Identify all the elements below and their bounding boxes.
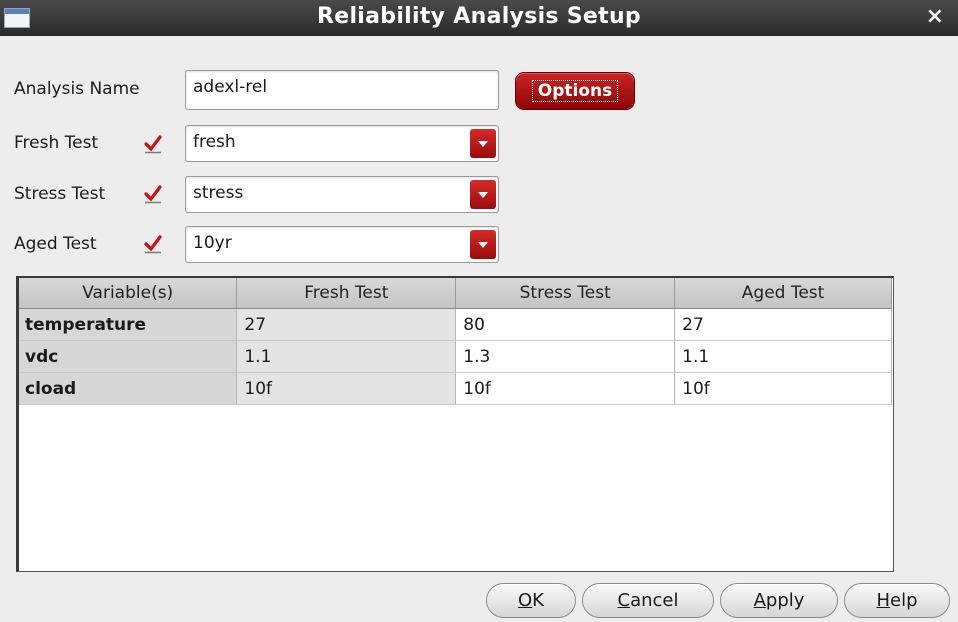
variables-grid: Variable(s) Fresh Test Stress Test Aged … (19, 278, 892, 405)
apply-button[interactable]: Apply (720, 583, 838, 618)
fresh-value-cell[interactable]: 27 (236, 308, 457, 341)
chevron-down-icon[interactable] (470, 129, 496, 158)
variable-cell: temperature (19, 308, 238, 341)
ok-mnemonic: O (518, 590, 533, 611)
aged-test-checkbox[interactable] (143, 234, 163, 254)
apply-label-rest: pply (765, 590, 805, 611)
table-row: cload 10f 10f 10f (19, 372, 892, 405)
close-icon[interactable]: × (926, 4, 944, 29)
ok-label-rest: K (532, 590, 544, 611)
column-header-aged-test[interactable]: Aged Test (674, 278, 892, 309)
cancel-label-rest: ancel (630, 590, 679, 611)
analysis-name-label: Analysis Name (14, 79, 140, 99)
aged-test-label: Aged Test (14, 234, 97, 254)
cancel-button[interactable]: Cancel (582, 583, 714, 618)
checkmark-icon (144, 235, 162, 254)
window-title: Reliability Analysis Setup (317, 4, 641, 29)
ok-button[interactable]: OK (486, 583, 576, 618)
options-label: Options (531, 80, 619, 102)
apply-mnemonic: A (753, 590, 766, 611)
fresh-test-checkbox[interactable] (143, 134, 163, 154)
fresh-value-cell[interactable]: 1.1 (236, 340, 457, 373)
help-button[interactable]: Help (844, 583, 950, 618)
table-row: vdc 1.1 1.3 1.1 (19, 340, 892, 373)
checkmark-icon (144, 185, 162, 204)
column-header-fresh-test[interactable]: Fresh Test (236, 278, 457, 309)
options-button[interactable]: Options (516, 73, 634, 109)
help-mnemonic: H (876, 590, 891, 611)
aged-value-cell[interactable]: 1.1 (674, 340, 892, 373)
aged-value-cell[interactable]: 10f (674, 372, 892, 405)
analysis-name-value: adexl-rel (193, 77, 268, 97)
stress-test-select[interactable]: stress (185, 176, 499, 213)
chevron-down-icon[interactable] (470, 230, 496, 259)
variables-table: Variable(s) Fresh Test Stress Test Aged … (16, 276, 894, 572)
title-bar[interactable]: Reliability Analysis Setup × (0, 0, 958, 36)
stress-test-checkbox[interactable] (143, 184, 163, 204)
fresh-test-select[interactable]: fresh (185, 125, 499, 162)
column-header-stress-test[interactable]: Stress Test (455, 278, 676, 309)
table-row: temperature 27 80 27 (19, 308, 892, 341)
analysis-name-input[interactable]: adexl-rel (185, 70, 499, 110)
chevron-down-icon[interactable] (470, 180, 496, 209)
reliability-analysis-dialog: Reliability Analysis Setup × Analysis Na… (0, 0, 958, 622)
column-header-variables[interactable]: Variable(s) (19, 278, 238, 309)
table-header-row: Variable(s) Fresh Test Stress Test Aged … (19, 278, 892, 309)
fresh-test-value: fresh (193, 132, 236, 152)
fresh-value-cell[interactable]: 10f (236, 372, 457, 405)
stress-value-cell[interactable]: 10f (455, 372, 676, 405)
aged-test-select[interactable]: 10yr (185, 226, 499, 263)
fresh-test-label: Fresh Test (14, 133, 99, 153)
variable-cell: cload (19, 372, 238, 405)
aged-value-cell[interactable]: 27 (674, 308, 892, 341)
stress-value-cell[interactable]: 1.3 (455, 340, 676, 373)
aged-test-value: 10yr (193, 233, 232, 253)
checkmark-icon (144, 135, 162, 154)
variable-cell: vdc (19, 340, 238, 373)
stress-test-label: Stress Test (14, 184, 106, 204)
stress-value-cell[interactable]: 80 (455, 308, 676, 341)
help-label-rest: elp (890, 590, 918, 611)
cancel-mnemonic: C (617, 590, 631, 611)
stress-test-value: stress (193, 183, 244, 203)
